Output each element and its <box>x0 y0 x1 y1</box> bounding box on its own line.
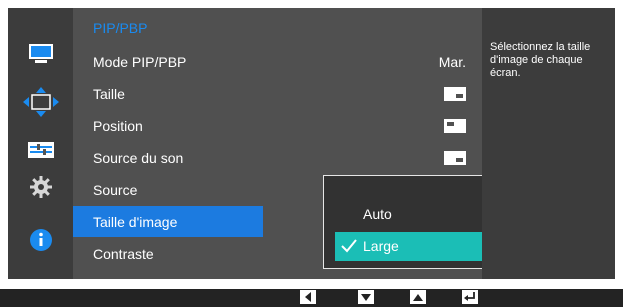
down-arrow-icon[interactable] <box>358 290 374 304</box>
dropdown-option-label: Large <box>363 238 399 254</box>
keyboard-settings-icon[interactable] <box>8 136 73 164</box>
osd-screen: PIP/PBP Mode PIP/PBP Mar. Taille Positio… <box>8 8 615 279</box>
menu-item-label: Mode PIP/PBP <box>93 54 187 70</box>
help-panel: Sélectionnez la taille d'image de chaque… <box>482 8 615 279</box>
pip-size-thumbnail-icon <box>444 87 466 101</box>
menu-item-source-du-son[interactable]: Source du son <box>73 142 482 173</box>
sidebar <box>8 8 73 279</box>
menu-item-taille[interactable]: Taille <box>73 78 482 109</box>
pip-position-thumbnail-icon <box>444 119 466 133</box>
sound-source-thumbnail-icon <box>444 151 466 165</box>
enter-icon[interactable] <box>462 290 478 304</box>
menu-item-label: Position <box>93 118 143 134</box>
menu-item-label: Contraste <box>93 246 154 262</box>
menu-item-label: Source du son <box>93 150 184 166</box>
dropdown-option-label: Auto <box>363 206 392 222</box>
bottom-button-bar <box>0 289 623 307</box>
menu-item-value: Mar. <box>438 54 466 70</box>
menu-item-label: Taille d'image <box>93 214 178 230</box>
help-text: Sélectionnez la taille d'image de chaque… <box>490 41 591 79</box>
menu-item-position[interactable]: Position <box>73 110 482 141</box>
info-icon[interactable] <box>8 226 73 254</box>
menu-item-label: Source <box>93 182 138 198</box>
menu-panel: PIP/PBP Mode PIP/PBP Mar. Taille Positio… <box>73 8 535 279</box>
checkmark-icon <box>341 239 357 256</box>
left-arrow-icon[interactable] <box>300 290 316 304</box>
menu-item-label: Taille <box>93 86 125 102</box>
menu-item-mode-pip-pbp[interactable]: Mode PIP/PBP Mar. <box>73 46 482 77</box>
move-arrows-icon[interactable] <box>8 87 73 117</box>
monitor-icon[interactable] <box>8 40 73 68</box>
up-arrow-icon[interactable] <box>410 290 426 304</box>
gear-icon[interactable] <box>8 173 73 201</box>
menu-item-taille-d-image[interactable]: Taille d'image <box>73 206 263 237</box>
menu-title: PIP/PBP <box>93 20 148 36</box>
